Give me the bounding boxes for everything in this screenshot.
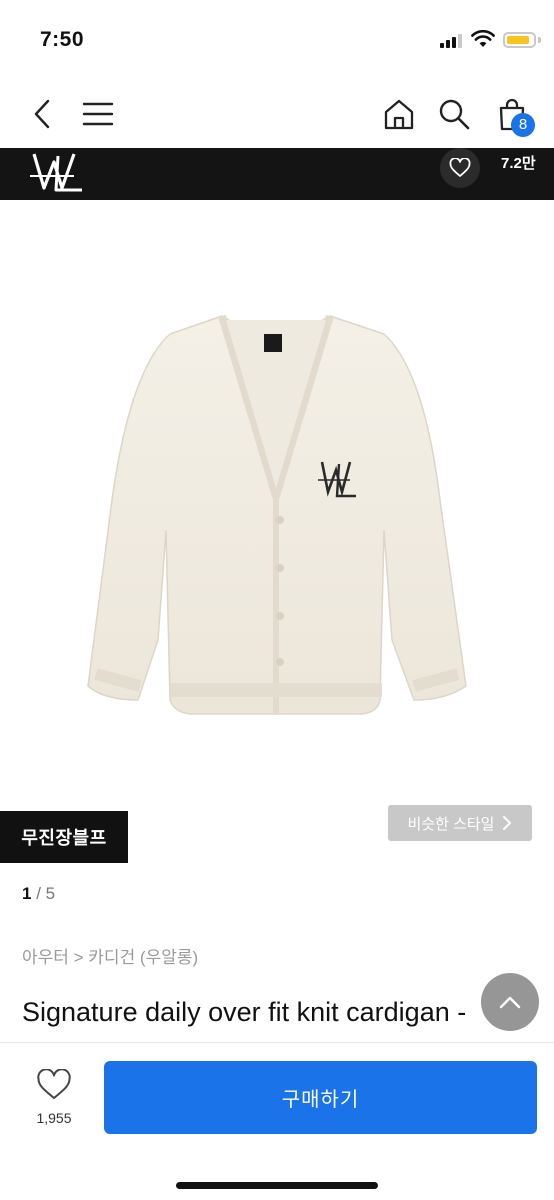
home-icon [384, 99, 414, 130]
hamburger-menu-icon [82, 102, 114, 126]
back-button[interactable] [20, 92, 64, 136]
product-image[interactable] [0, 200, 554, 800]
similar-style-label: 비슷한 스타일 [407, 815, 495, 833]
home-indicator [176, 1182, 378, 1189]
buy-bar: 1,955 구매하기 [0, 1042, 554, 1200]
cardigan-image [87, 314, 467, 715]
product-title-continued: IVORY [22, 1032, 162, 1042]
image-counter: 1 / 5 [22, 884, 55, 904]
heart-icon [37, 1068, 71, 1099]
buy-button[interactable]: 구매하기 [104, 1061, 537, 1134]
brand-bar[interactable]: 7.2만 [0, 148, 554, 200]
brand-like-button[interactable] [440, 148, 480, 188]
chevron-right-icon [503, 816, 512, 830]
home-button[interactable] [377, 92, 421, 136]
battery-icon [503, 32, 536, 48]
heart-icon [449, 158, 471, 177]
status-time: 7:50 [40, 28, 85, 51]
wishlist-count: 1,955 [36, 1110, 72, 1126]
chevron-up-icon [499, 996, 521, 1009]
brand-logo[interactable] [28, 150, 86, 196]
promo-tag: 무진장블프 [0, 811, 128, 863]
product-title: Signature daily over fit knit cardigan - [22, 997, 467, 1027]
wishlist-button[interactable]: 1,955 [22, 1068, 86, 1139]
battery-cap [538, 37, 541, 43]
scroll-to-top-button[interactable] [481, 973, 539, 1031]
brand-like-count: 7.2만 [501, 155, 536, 172]
cart-count-badge: 8 [511, 113, 535, 137]
cellular-signal-icon [440, 34, 464, 48]
search-icon [439, 99, 470, 130]
menu-button[interactable] [76, 92, 120, 136]
image-index: 1 [22, 884, 32, 903]
chevron-left-icon [34, 99, 50, 129]
wifi-icon [471, 30, 495, 47]
status-bar: 7:50 [0, 0, 554, 82]
image-total: / 5 [36, 884, 56, 903]
breadcrumb[interactable]: 아우터 > 카디건 (우알롱) [22, 943, 198, 968]
similar-style-button[interactable]: 비슷한 스타일 [388, 805, 532, 841]
nav-header [0, 82, 554, 148]
search-button[interactable] [432, 92, 476, 136]
